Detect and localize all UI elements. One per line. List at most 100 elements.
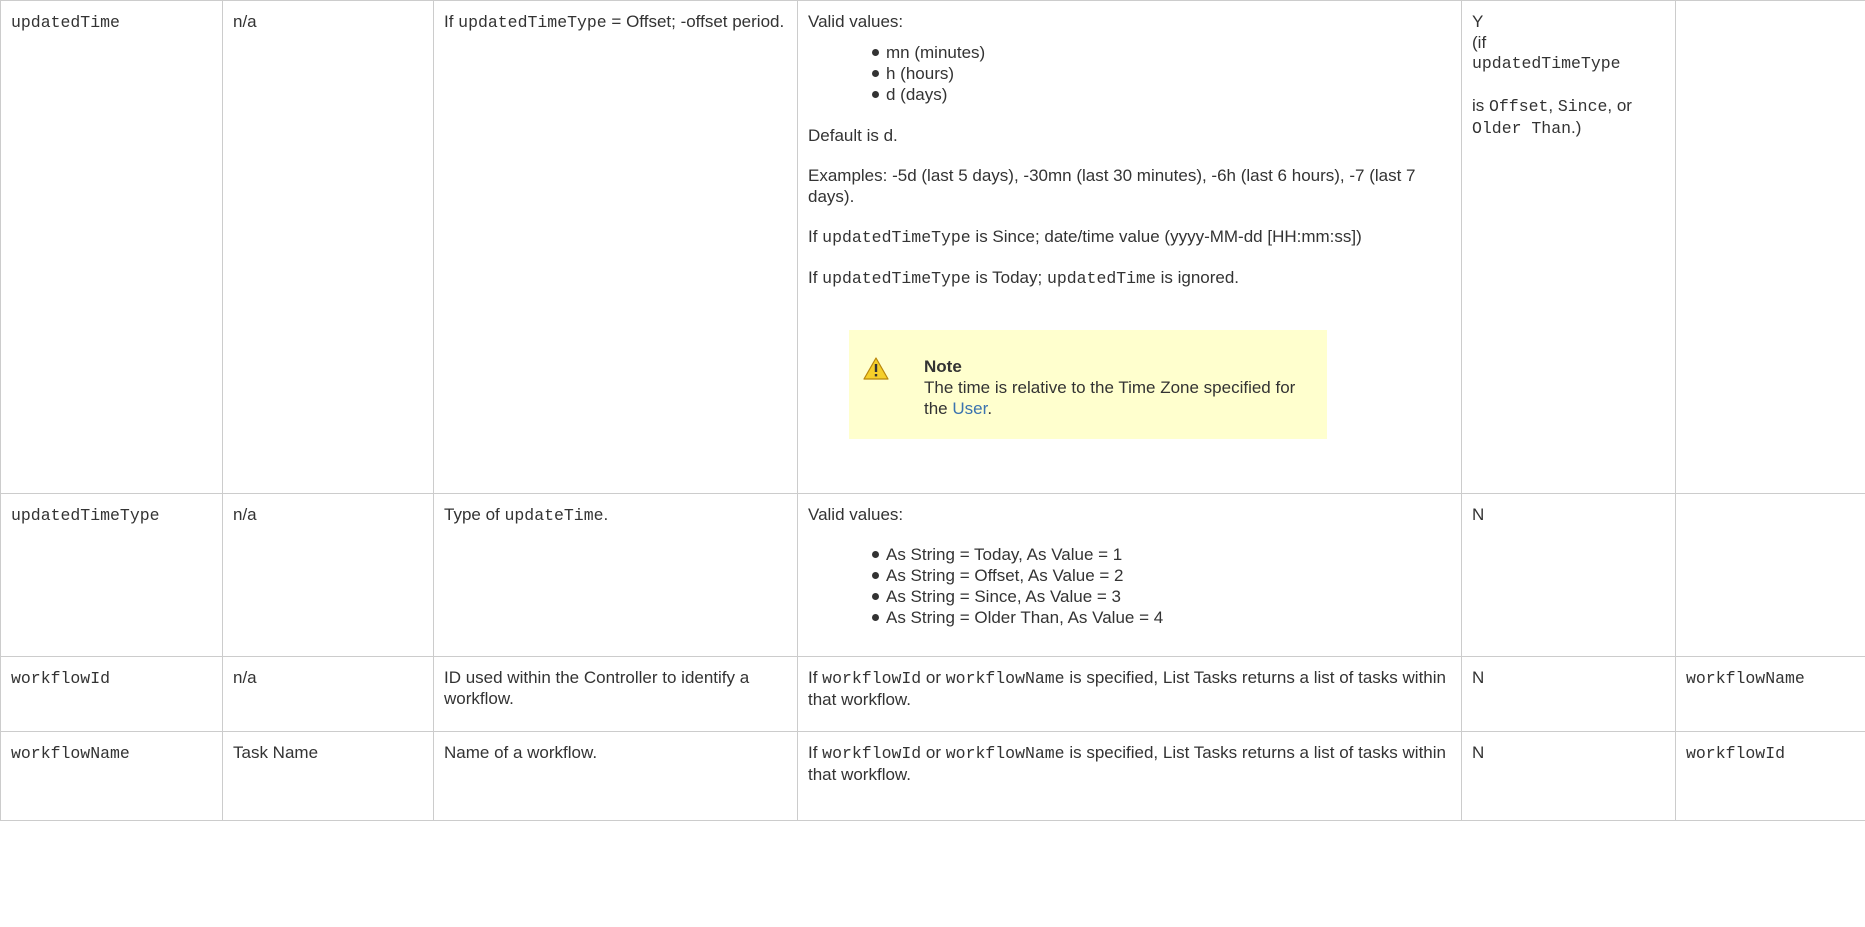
table-row-workflowname: workflowName Task Name Name of a workflo…	[0, 731, 1865, 821]
valid-values-list: As String = Today, As Value = 1 As Strin…	[808, 544, 1451, 628]
today-pre: If	[808, 268, 823, 287]
list-item: As String = Older Than, As Value = 4	[872, 607, 1451, 628]
spec-code2: workflowName	[945, 744, 1065, 763]
description-cell: Name of a workflow.	[433, 731, 798, 821]
required-value: N	[1472, 505, 1485, 524]
valid-values-heading: Valid values:	[808, 12, 904, 31]
required-cell: N	[1461, 493, 1676, 657]
list-item: d (days)	[872, 84, 1451, 105]
ui-field-name: n/a	[233, 505, 257, 524]
description-text-end: = Offset; -offset period.	[606, 12, 785, 31]
today-post: is ignored.	[1155, 268, 1240, 287]
ui-field-name: n/a	[233, 668, 257, 687]
since-pre: If	[808, 227, 823, 246]
examples-text: Examples: -5d (last 5 days), -30mn (last…	[808, 166, 1416, 206]
required-since: Since	[1557, 97, 1608, 116]
bullet-icon	[872, 593, 879, 600]
note-title: Note	[924, 357, 962, 376]
today-code2: updatedTime	[1046, 269, 1156, 288]
description-cell: Type of updateTime.	[433, 493, 798, 657]
required-is: is	[1472, 96, 1489, 115]
description-text: Type of	[444, 505, 505, 524]
bullet-icon	[872, 49, 879, 56]
required-offset: Offset	[1489, 97, 1549, 116]
spec-code1: workflowId	[822, 744, 922, 763]
description-text: ID used within the Controller to identif…	[444, 668, 750, 708]
param-name: workflowId	[11, 669, 111, 688]
warning-icon	[863, 357, 889, 380]
list-item: As String = Offset, As Value = 2	[872, 565, 1451, 586]
param-name-cell: workflowId	[0, 656, 223, 732]
param-name: workflowName	[11, 744, 130, 763]
ui-field-cell: n/a	[222, 493, 434, 657]
ui-field-cell: n/a	[222, 656, 434, 732]
description-cell: ID used within the Controller to identif…	[433, 656, 798, 732]
user-link[interactable]: User	[952, 399, 987, 418]
mutually-exclusive-value: workflowId	[1686, 744, 1786, 763]
required-value: N	[1472, 743, 1485, 762]
since-code: updatedTimeType	[822, 228, 971, 247]
ui-field-name: Task Name	[233, 743, 319, 762]
required-value: Y	[1472, 12, 1484, 31]
required-cell: Y (if updatedTimeType is Offset, Since, …	[1461, 0, 1676, 494]
specifications-cell: If workflowId or workflowName is specifi…	[797, 731, 1462, 821]
today-text: If updatedTimeType is Today; updatedTime…	[808, 267, 1451, 289]
list-item-text: As String = Offset, As Value = 2	[886, 566, 1124, 585]
required-value: N	[1472, 668, 1485, 687]
list-item-text: h (hours)	[886, 64, 955, 83]
specifications-cell: Valid values: mn (minutes) h (hours) d (…	[797, 0, 1462, 494]
bullet-icon	[872, 614, 879, 621]
mutually-exclusive-cell	[1675, 0, 1865, 494]
list-item-text: As String = Since, As Value = 3	[886, 587, 1121, 606]
today-mid: is Today;	[970, 268, 1047, 287]
required-condition: is Offset, Since, or Older Than.)	[1472, 95, 1665, 139]
description-cell: If updatedTimeType = Offset; -offset per…	[433, 0, 798, 494]
table-row-updatedtime: updatedTime n/a If updatedTimeType = Off…	[0, 0, 1865, 494]
required-cell: N	[1461, 731, 1676, 821]
ui-field-name: n/a	[233, 12, 257, 31]
description-text: If	[444, 12, 459, 31]
note-box: Note The time is relative to the Time Zo…	[849, 330, 1327, 439]
list-item-text: mn (minutes)	[886, 43, 986, 62]
default-text: Default is d.	[808, 126, 898, 145]
since-text: If updatedTimeType is Since; date/time v…	[808, 226, 1451, 248]
mutually-exclusive-value: workflowName	[1686, 669, 1805, 688]
required-end: .)	[1571, 118, 1582, 137]
required-older: Older Than	[1472, 119, 1572, 138]
description-code: updatedTimeType	[458, 13, 607, 32]
mutually-exclusive-cell	[1675, 493, 1865, 657]
today-code1: updatedTimeType	[822, 269, 971, 288]
spec-or: or	[921, 743, 946, 762]
description-text: Name of a workflow.	[444, 743, 598, 762]
param-name-cell: updatedTimeType	[0, 493, 223, 657]
specifications-cell: If workflowId or workflowName is specifi…	[797, 656, 1462, 732]
required-comma: ,	[1548, 96, 1558, 115]
spec-or: or	[921, 668, 946, 687]
spec-pre: If	[808, 743, 823, 762]
list-item: mn (minutes)	[872, 42, 1451, 63]
table-row-updatedtimetype: updatedTimeType n/a Type of updateTime. …	[0, 493, 1865, 657]
list-item-text: d (days)	[886, 85, 948, 104]
param-name-cell: updatedTime	[0, 0, 223, 494]
spec-pre: If	[808, 668, 823, 687]
required-if: (if	[1472, 33, 1487, 52]
bullet-icon	[872, 70, 879, 77]
mutually-exclusive-cell: workflowName	[1675, 656, 1865, 732]
bullet-icon	[872, 91, 879, 98]
parameters-table: updatedTime n/a If updatedTimeType = Off…	[0, 0, 1865, 821]
param-name-cell: workflowName	[0, 731, 223, 821]
ui-field-cell: n/a	[222, 0, 434, 494]
list-item: h (hours)	[872, 63, 1451, 84]
description-code: updateTime	[504, 506, 604, 525]
mutually-exclusive-cell: workflowId	[1675, 731, 1865, 821]
required-code: updatedTimeType	[1472, 54, 1621, 73]
description-text-end: .	[603, 505, 609, 524]
ui-field-cell: Task Name	[222, 731, 434, 821]
since-post: is Since; date/time value (yyyy-MM-dd [H…	[970, 227, 1362, 246]
list-item-text: As String = Today, As Value = 1	[886, 545, 1123, 564]
list-item-text: As String = Older Than, As Value = 4	[886, 608, 1164, 627]
valid-values-list: mn (minutes) h (hours) d (days)	[808, 42, 1451, 105]
required-or: , or	[1607, 96, 1632, 115]
specifications-cell: Valid values: As String = Today, As Valu…	[797, 493, 1462, 657]
note-end: .	[987, 399, 993, 418]
